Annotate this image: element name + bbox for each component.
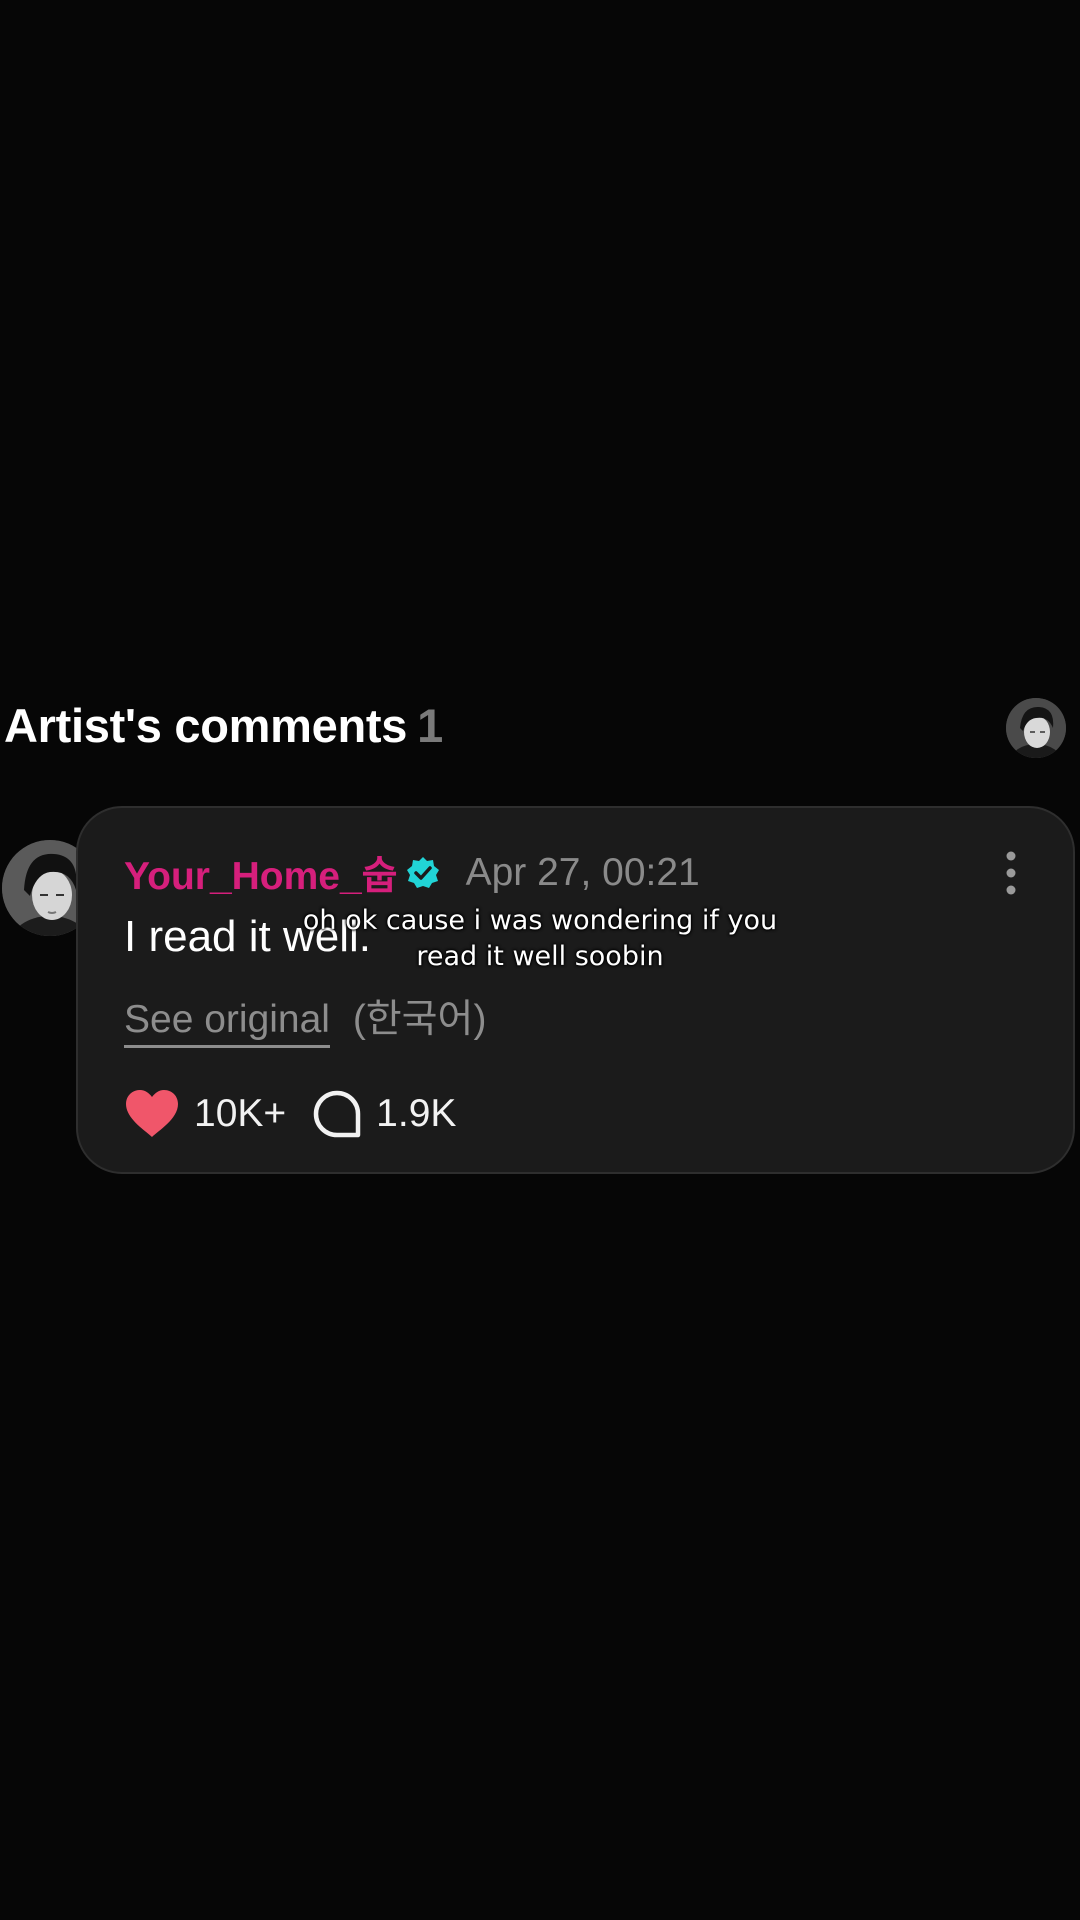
header-avatar[interactable] bbox=[1006, 698, 1066, 758]
original-language: (한국어) bbox=[352, 998, 487, 1041]
like-count: 10K+ bbox=[194, 1092, 287, 1135]
heart-icon bbox=[124, 1089, 180, 1139]
comment-count: 1 bbox=[417, 699, 443, 752]
artist-comments-header: Artist's comments 1 bbox=[0, 690, 1080, 764]
comment-actions: 10K+ 1.9K bbox=[124, 1084, 456, 1144]
more-vertical-icon[interactable] bbox=[1001, 848, 1021, 898]
comment-meta: Your_Home_숩 Apr 27, 00:21 bbox=[124, 844, 700, 902]
verified-badge-icon bbox=[406, 856, 440, 890]
reply-button[interactable]: 1.9K bbox=[312, 1089, 456, 1139]
caption-overlay: oh ok cause i was wondering if you read … bbox=[302, 905, 778, 972]
see-original-link[interactable]: See original bbox=[124, 998, 330, 1048]
comment-card: Your_Home_숩 Apr 27, 00:21 I read it well… bbox=[76, 806, 1075, 1174]
comment-timestamp: Apr 27, 00:21 bbox=[465, 851, 700, 894]
translation-row: See original (한국어) bbox=[124, 988, 487, 1048]
like-button[interactable]: 10K+ bbox=[124, 1089, 286, 1139]
chat-bubble-icon bbox=[312, 1089, 362, 1139]
reply-count: 1.9K bbox=[376, 1092, 457, 1135]
username[interactable]: Your_Home_숩 bbox=[124, 845, 398, 901]
section-title-text: Artist's comments bbox=[4, 699, 408, 752]
section-title: Artist's comments 1 bbox=[4, 698, 443, 753]
